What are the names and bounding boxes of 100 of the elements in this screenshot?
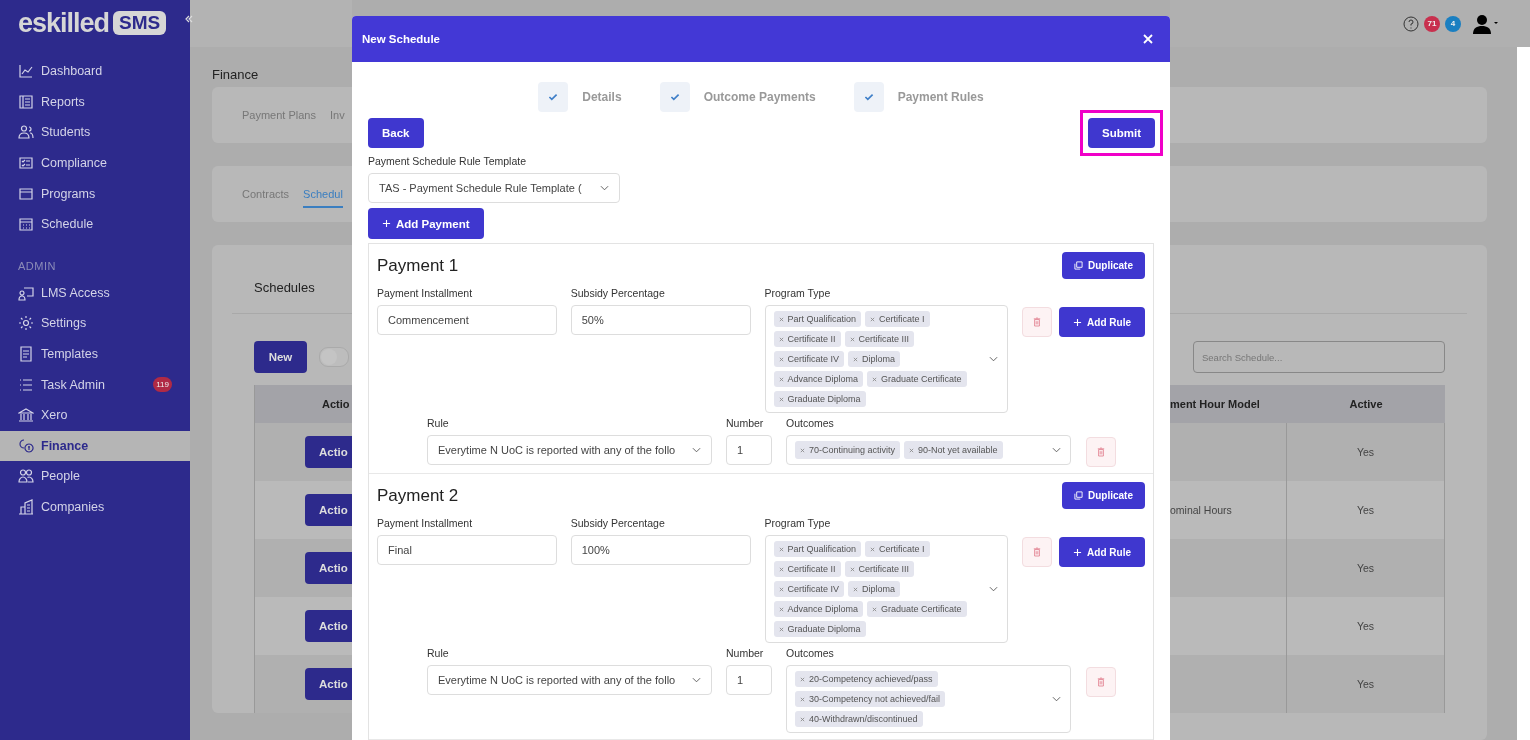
tag[interactable]: 40-Withdrawn/discontinued <box>795 711 923 727</box>
rule-select[interactable]: Everytime N UoC is reported with any of the follo <box>427 435 712 465</box>
tag[interactable]: Advance Diploma <box>773 601 864 617</box>
sidebar-item[interactable]: Compliance <box>0 147 190 179</box>
tag[interactable]: Graduate Diploma <box>773 621 866 637</box>
tag[interactable]: 30-Competency not achieved/fail <box>795 691 946 707</box>
tag[interactable]: Advance Diploma <box>773 371 864 387</box>
tag[interactable]: Part Qualification <box>773 311 862 327</box>
outcomes-select[interactable]: 70-Continuing activity 90-Not yet available <box>786 435 1071 465</box>
tag[interactable]: Certificate IV <box>773 351 845 367</box>
remove-icon[interactable] <box>853 356 859 362</box>
program-type-select[interactable]: Part Qualification Certificate I Certificate II Certificate III Certificate IV Diploma Advance Diploma Graduate Certificate Graduate Diploma <box>764 535 1009 643</box>
add-payment-button[interactable]: Add Payment <box>368 208 484 239</box>
number-field[interactable]: 1 <box>726 665 772 695</box>
sidebar-item[interactable]: Xero <box>0 399 190 431</box>
tag[interactable]: Graduate Diploma <box>773 391 866 407</box>
remove-icon[interactable] <box>800 447 805 453</box>
remove-icon[interactable] <box>778 626 784 632</box>
sidebar-item[interactable]: LMS Access <box>0 277 190 309</box>
tag[interactable]: Certificate II <box>773 331 841 347</box>
remove-icon[interactable] <box>778 566 784 572</box>
remove-icon[interactable] <box>849 566 855 572</box>
delete-button[interactable] <box>1022 307 1053 337</box>
new-button[interactable]: New <box>254 341 307 373</box>
notification-badge[interactable]: 4 <box>1445 15 1461 32</box>
delete-button[interactable] <box>1022 537 1053 567</box>
remove-icon[interactable] <box>849 336 855 342</box>
remove-icon[interactable] <box>872 606 878 612</box>
installment-field[interactable]: Commencement <box>377 305 557 335</box>
tag[interactable]: Certificate II <box>773 561 841 577</box>
sidebar-item[interactable]: Task Admin 119 <box>0 369 190 400</box>
duplicate-button[interactable]: Duplicate <box>1062 252 1145 279</box>
nav-icon <box>18 63 34 80</box>
sidebar-item[interactable]: Programs <box>0 178 190 209</box>
delete-button[interactable] <box>1086 437 1116 467</box>
step-label: Details <box>582 90 622 104</box>
delete-button[interactable] <box>1086 667 1116 697</box>
sidebar-item[interactable]: People <box>0 461 190 492</box>
logo-badge: SMS <box>113 11 167 35</box>
number-field[interactable]: 1 <box>726 435 772 465</box>
sidebar-item[interactable]: Companies <box>0 491 190 523</box>
sidebar-item[interactable]: Reports <box>0 86 190 118</box>
close-icon[interactable] <box>1143 34 1153 44</box>
remove-icon[interactable] <box>778 316 784 322</box>
remove-icon[interactable] <box>853 586 859 592</box>
rule-select[interactable]: Everytime N UoC is reported with any of the follo <box>427 665 712 695</box>
nav-icon <box>18 185 34 202</box>
remove-icon[interactable] <box>870 546 876 552</box>
tag[interactable]: Certificate III <box>844 561 915 577</box>
remove-icon[interactable] <box>778 376 784 382</box>
subsidy-field[interactable]: 100% <box>570 535 751 565</box>
remove-icon[interactable] <box>800 716 805 722</box>
nav-icon <box>18 376 34 393</box>
program-type-select[interactable]: Part Qualification Certificate I Certificate II Certificate III Certificate IV Diploma Advance Diploma Graduate Certificate Graduate Diploma <box>764 305 1009 413</box>
template-select[interactable]: TAS - Payment Schedule Rule Template ( <box>368 173 620 203</box>
installment-field[interactable]: Final <box>377 535 557 565</box>
sidebar-item[interactable]: Students <box>0 117 190 148</box>
user-icon[interactable] <box>1472 13 1498 34</box>
tag[interactable]: 20-Competency achieved/pass <box>795 671 938 687</box>
sidebar-item[interactable]: Schedule <box>0 208 190 240</box>
remove-icon[interactable] <box>778 606 784 612</box>
tag[interactable]: Graduate Certificate <box>867 371 967 387</box>
tag[interactable]: Certificate III <box>844 331 915 347</box>
remove-icon[interactable] <box>778 336 784 342</box>
field-label: Payment Schedule Rule Template <box>368 155 527 167</box>
remove-icon[interactable] <box>778 356 784 362</box>
tag[interactable]: Diploma <box>848 351 901 367</box>
tag[interactable]: Certificate IV <box>773 581 845 597</box>
duplicate-button[interactable]: Duplicate <box>1062 482 1145 509</box>
subsidy-field[interactable]: 50% <box>570 305 751 335</box>
back-button[interactable]: Back <box>368 118 424 148</box>
tag[interactable]: Part Qualification <box>773 541 862 557</box>
tag[interactable]: Certificate I <box>865 311 930 327</box>
remove-icon[interactable] <box>778 396 784 402</box>
sidebar-item[interactable]: Dashboard <box>0 56 190 87</box>
field-label: Payment Installment <box>377 517 474 529</box>
tag[interactable]: Diploma <box>848 581 901 597</box>
tag[interactable]: Graduate Certificate <box>867 601 967 617</box>
tag[interactable]: Certificate I <box>865 541 930 557</box>
help-icon[interactable] <box>1403 15 1419 32</box>
add-rule-button[interactable]: Add Rule <box>1059 537 1145 567</box>
count-badge: 119 <box>153 377 172 393</box>
submit-button[interactable]: Submit <box>1088 118 1155 148</box>
sidebar-item[interactable]: Templates <box>0 338 190 370</box>
remove-icon[interactable] <box>800 676 805 682</box>
plus-icon <box>1073 317 1083 327</box>
remove-icon[interactable] <box>872 376 878 382</box>
add-rule-button[interactable]: Add Rule <box>1059 307 1145 337</box>
outcomes-select[interactable]: 20-Competency achieved/pass 30-Competency not achieved/fail 40-Withdrawn/discontinued <box>786 665 1071 733</box>
toggle-switch[interactable] <box>319 347 349 367</box>
remove-icon[interactable] <box>778 586 784 592</box>
remove-icon[interactable] <box>909 447 915 453</box>
notification-badge[interactable]: 71 <box>1424 15 1440 32</box>
tag[interactable]: 70-Continuing activity <box>795 441 901 459</box>
sidebar-item[interactable]: Settings <box>0 308 190 339</box>
sidebar-item[interactable]: Finance <box>0 430 190 462</box>
tag[interactable]: 90-Not yet available <box>904 441 1003 459</box>
remove-icon[interactable] <box>870 316 876 322</box>
remove-icon[interactable] <box>778 546 784 552</box>
remove-icon[interactable] <box>800 696 805 702</box>
